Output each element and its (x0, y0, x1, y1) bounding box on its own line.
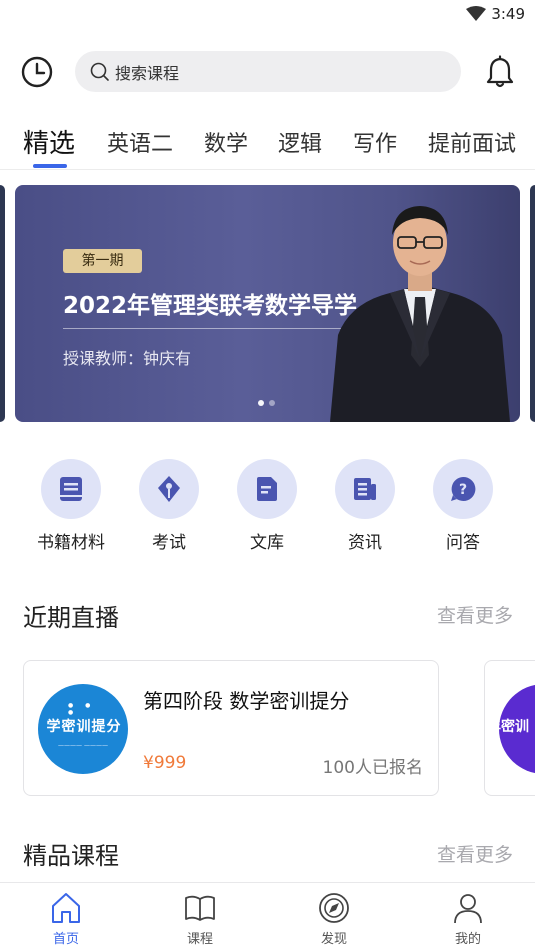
wifi-icon (466, 6, 486, 21)
document-icon (237, 459, 297, 519)
nav-profile[interactable]: 我的 (433, 891, 503, 949)
thumbnail-text: 年密训 (499, 719, 529, 735)
banner-carousel[interactable]: 第一期 2022年管理类联考数学导学 授课教师：钟庆有 (15, 185, 520, 422)
premium-courses-title: 精品课程 (23, 842, 119, 870)
banner-title: 2022年管理类联考数学导学 (63, 293, 358, 319)
recent-live-more-link[interactable]: 查看更多 (437, 601, 513, 628)
enrolled-count: 100人已报名 (322, 758, 423, 778)
category-tabs: 精选 英语二 数学 逻辑 写作 提前面试 (0, 120, 535, 170)
course-title: 第四阶段 数学密训提分 (143, 689, 350, 713)
thumbnail-text: 学密训提分 (46, 719, 122, 735)
bell-icon[interactable] (484, 55, 516, 89)
open-book-icon (185, 895, 215, 921)
carousel-dot[interactable] (269, 400, 275, 406)
question-icon: ? (433, 459, 493, 519)
search-icon (90, 62, 109, 81)
quick-link-label: 考试 (152, 533, 186, 553)
teacher-photo (330, 206, 510, 422)
search-input[interactable]: 搜索课程 (75, 51, 461, 92)
news-icon (335, 459, 395, 519)
carousel-dot-active[interactable] (258, 400, 264, 406)
quick-link-news[interactable]: 资讯 (325, 459, 405, 559)
quick-link-qa[interactable]: ? 问答 (423, 459, 503, 559)
quick-link-label: 资讯 (348, 533, 382, 553)
carousel-dots (258, 400, 275, 406)
tab-math[interactable]: 数学 (204, 126, 248, 158)
status-bar: 3:49 (0, 0, 535, 30)
home-icon (52, 893, 80, 923)
clock-icon[interactable] (20, 55, 54, 89)
tab-english-2[interactable]: 英语二 (107, 126, 173, 158)
svg-text:?: ? (459, 482, 467, 498)
banner-teacher: 授课教师：钟庆有 (63, 349, 192, 368)
tab-featured[interactable]: 精选 (23, 123, 75, 160)
course-price: ¥999 (143, 753, 187, 773)
nav-courses[interactable]: 课程 (165, 891, 235, 949)
user-icon (454, 894, 482, 924)
course-thumbnail: 年密训 (499, 684, 535, 774)
nav-label: 首页 (52, 932, 79, 947)
banner-prev-peek[interactable] (0, 185, 5, 422)
live-course-card-next[interactable]: 年密训 (484, 660, 535, 796)
active-tab-indicator (33, 164, 67, 168)
banner-divider (63, 328, 358, 329)
status-time: 3:49 (491, 5, 525, 23)
premium-courses-more-link[interactable]: 查看更多 (437, 840, 513, 867)
course-thumbnail: ● ● ● 学密训提分 ———— ———— (38, 684, 128, 774)
live-course-card[interactable]: ● ● ● 学密训提分 ———— ———— 第四阶段 数学密训提分 ¥999 1… (23, 660, 439, 796)
quick-link-label: 问答 (446, 533, 480, 553)
tab-early-interview[interactable]: 提前面试 (428, 126, 516, 158)
thumbnail-decoration: ● ● ● (68, 702, 96, 716)
header: 搜索课程 (0, 46, 535, 96)
recent-live-title: 近期直播 (23, 604, 119, 632)
quick-link-books[interactable]: 书籍材料 (31, 459, 111, 559)
thumbnail-subtext: ———— ———— (58, 742, 108, 749)
search-placeholder: 搜索课程 (115, 63, 180, 83)
tab-writing[interactable]: 写作 (353, 126, 397, 158)
book-icon (41, 459, 101, 519)
bottom-nav: 首页 课程 发现 我的 (0, 882, 535, 951)
nav-label: 课程 (186, 932, 213, 947)
quick-link-label: 文库 (250, 533, 284, 553)
quick-link-label: 书籍材料 (37, 533, 105, 553)
quick-link-exam[interactable]: 考试 (129, 459, 209, 559)
nav-label: 发现 (320, 932, 347, 947)
banner-tag: 第一期 (63, 249, 142, 273)
nav-home[interactable]: 首页 (31, 891, 101, 949)
compass-icon (319, 893, 349, 923)
nav-label: 我的 (454, 932, 481, 947)
banner-next-peek[interactable] (530, 185, 535, 422)
tab-logic[interactable]: 逻辑 (278, 126, 322, 158)
quick-link-library[interactable]: 文库 (227, 459, 307, 559)
pen-nib-icon (139, 459, 199, 519)
nav-discover[interactable]: 发现 (299, 891, 369, 949)
